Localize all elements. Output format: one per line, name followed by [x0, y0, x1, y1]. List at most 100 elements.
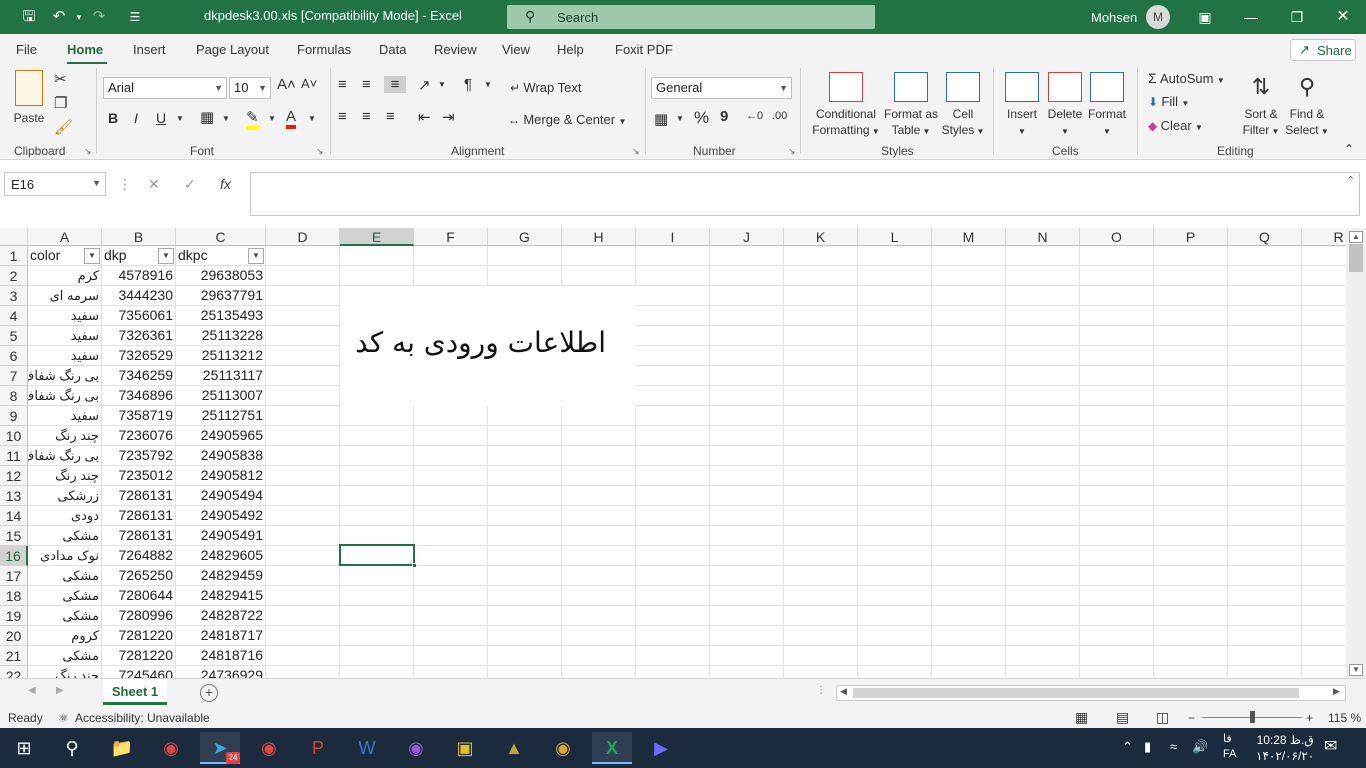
avatar[interactable]: M: [1146, 5, 1170, 29]
column-header-o[interactable]: O: [1080, 228, 1154, 246]
column-header-h[interactable]: H: [562, 228, 636, 246]
bold-button[interactable]: B: [108, 110, 118, 126]
zoom-out-icon[interactable]: −: [1188, 711, 1195, 725]
align-top-icon[interactable]: ≡: [338, 76, 347, 93]
app-icon[interactable]: ▣: [445, 732, 485, 764]
search-box[interactable]: ⚲ Search: [507, 5, 875, 29]
merge-center-button[interactable]: ↔ Merge & Center ▼: [508, 112, 626, 127]
row-header-14[interactable]: 14: [0, 506, 28, 526]
table-cell[interactable]: سفید: [28, 326, 102, 346]
fill-button[interactable]: ⬇ Fill ▼: [1148, 94, 1189, 109]
font-size-select[interactable]: 10 ▼: [229, 77, 271, 99]
table-cell[interactable]: مشکی: [28, 526, 102, 546]
column-header-p[interactable]: P: [1154, 228, 1228, 246]
autosum-button[interactable]: Σ AutoSum ▼: [1148, 70, 1225, 86]
language-indicator[interactable]: FA: [1223, 748, 1236, 760]
table-cell[interactable]: 24829415: [176, 586, 266, 606]
restore-icon[interactable]: ❐: [1274, 0, 1320, 34]
enter-icon[interactable]: ✓: [184, 176, 196, 193]
column-header-n[interactable]: N: [1006, 228, 1080, 246]
spreadsheet-grid[interactable]: ABCDEFGHIJKLMNOPQR 1 2 3 4 5 6 7 8 9 10 11 12 13 14 15…: [0, 228, 1346, 678]
table-cell[interactable]: 7286131: [102, 526, 176, 546]
row-header-19[interactable]: 19: [0, 606, 28, 626]
format-cells-button[interactable]: Format ▼: [1085, 72, 1129, 140]
cut-icon[interactable]: ✂: [54, 70, 67, 88]
find-select-button[interactable]: ⚲ Find & Select ▼: [1284, 72, 1330, 140]
table-cell[interactable]: 3444230: [102, 286, 176, 306]
number-launcher-icon[interactable]: ↘: [788, 146, 796, 157]
table-cell[interactable]: 29638053: [176, 266, 266, 286]
volume-icon[interactable]: 🔊: [1192, 739, 1208, 755]
table-cell[interactable]: سفید: [28, 406, 102, 426]
clear-button[interactable]: ◆ Clear ▼: [1148, 118, 1203, 133]
table-cell[interactable]: 7286131: [102, 506, 176, 526]
table-cell[interactable]: 7281220: [102, 646, 176, 666]
table-cell[interactable]: 24905812: [176, 466, 266, 486]
format-painter-icon[interactable]: 🖌: [54, 118, 73, 136]
row-header-16[interactable]: 16: [0, 546, 28, 566]
table-cell[interactable]: 7280996: [102, 606, 176, 626]
table-cell[interactable]: 24905838: [176, 446, 266, 466]
horizontal-scrollbar[interactable]: ◀ ▶: [836, 685, 1346, 701]
font-name-select[interactable]: Arial ▼: [103, 77, 227, 99]
row-header-8[interactable]: 8: [0, 386, 28, 406]
accounting-format-icon[interactable]: ▦: [654, 110, 668, 128]
row-header-17[interactable]: 17: [0, 566, 28, 586]
app-icon[interactable]: ▲: [494, 732, 534, 764]
excel-icon[interactable]: X: [592, 732, 632, 764]
language-indicator-short[interactable]: فا: [1223, 732, 1232, 745]
table-cell[interactable]: بی رنگ شفاف: [28, 366, 102, 386]
row-header-15[interactable]: 15: [0, 526, 28, 546]
row-header-22[interactable]: 22: [0, 666, 28, 678]
tab-file[interactable]: File: [16, 42, 37, 57]
column-header-j[interactable]: J: [710, 228, 784, 246]
table-cell[interactable]: زرشکی: [28, 486, 102, 506]
column-header-m[interactable]: M: [932, 228, 1006, 246]
column-header-i[interactable]: I: [636, 228, 710, 246]
windows-start-icon[interactable]: ⊞: [4, 732, 44, 764]
column-header-b[interactable]: B: [102, 228, 176, 246]
scroll-down-icon[interactable]: ▼: [1349, 664, 1363, 676]
scroll-right-icon[interactable]: ▶: [1333, 686, 1340, 697]
table-cell[interactable]: 25112751: [176, 406, 266, 426]
table-cell[interactable]: 24829459: [176, 566, 266, 586]
table-cell[interactable]: 24905491: [176, 526, 266, 546]
wrap-text-button[interactable]: ↵ Wrap Text: [510, 80, 581, 95]
row-header-6[interactable]: 6: [0, 346, 28, 366]
row-header-11[interactable]: 11: [0, 446, 28, 466]
table-cell[interactable]: چند رنگ: [28, 426, 102, 446]
table-cell[interactable]: سفید: [28, 306, 102, 326]
page-break-view-icon[interactable]: ◫: [1156, 709, 1169, 726]
table-cell[interactable]: 24736929: [176, 666, 266, 678]
column-header-r[interactable]: R: [1302, 228, 1346, 246]
sort-filter-button[interactable]: ⇅ Sort & Filter ▼: [1238, 72, 1284, 140]
page-layout-view-icon[interactable]: ▤: [1116, 709, 1129, 726]
column-header-d[interactable]: D: [266, 228, 340, 246]
clock[interactable]: ق.ظ 10:28 ۱۴۰۲/۰۶/۲۰: [1256, 732, 1314, 764]
scroll-thumb[interactable]: [1349, 244, 1363, 272]
select-all-corner[interactable]: [0, 228, 28, 246]
table-cell[interactable]: کرم: [28, 266, 102, 286]
table-cell[interactable]: مشکی: [28, 586, 102, 606]
paste-button[interactable]: Paste: [8, 70, 50, 126]
column-header-a[interactable]: A: [28, 228, 102, 246]
table-cell[interactable]: 7235012: [102, 466, 176, 486]
increase-indent-icon[interactable]: ⇥: [442, 108, 455, 126]
vertical-scrollbar[interactable]: ▲ ▼: [1346, 228, 1366, 678]
table-cell[interactable]: بی رنگ شفاف: [28, 386, 102, 406]
text-direction-icon[interactable]: ¶: [464, 76, 472, 93]
increase-decimal-icon[interactable]: ←0: [746, 110, 763, 122]
clipboard-launcher-icon[interactable]: ↘: [84, 146, 92, 157]
decrease-font-icon[interactable]: A˅: [301, 76, 317, 91]
copy-icon[interactable]: ❐: [54, 94, 67, 112]
table-cell[interactable]: 7286131: [102, 486, 176, 506]
table-cell[interactable]: 7236076: [102, 426, 176, 446]
table-cell[interactable]: 7346259: [102, 366, 176, 386]
table-cell[interactable]: 24905492: [176, 506, 266, 526]
align-right-icon[interactable]: ≡: [386, 108, 395, 125]
table-cell[interactable]: سرمه ای: [28, 286, 102, 306]
tab-view[interactable]: View: [502, 42, 530, 57]
table-cell[interactable]: 24818717: [176, 626, 266, 646]
row-header-4[interactable]: 4: [0, 306, 28, 326]
row-header-7[interactable]: 7: [0, 366, 28, 386]
